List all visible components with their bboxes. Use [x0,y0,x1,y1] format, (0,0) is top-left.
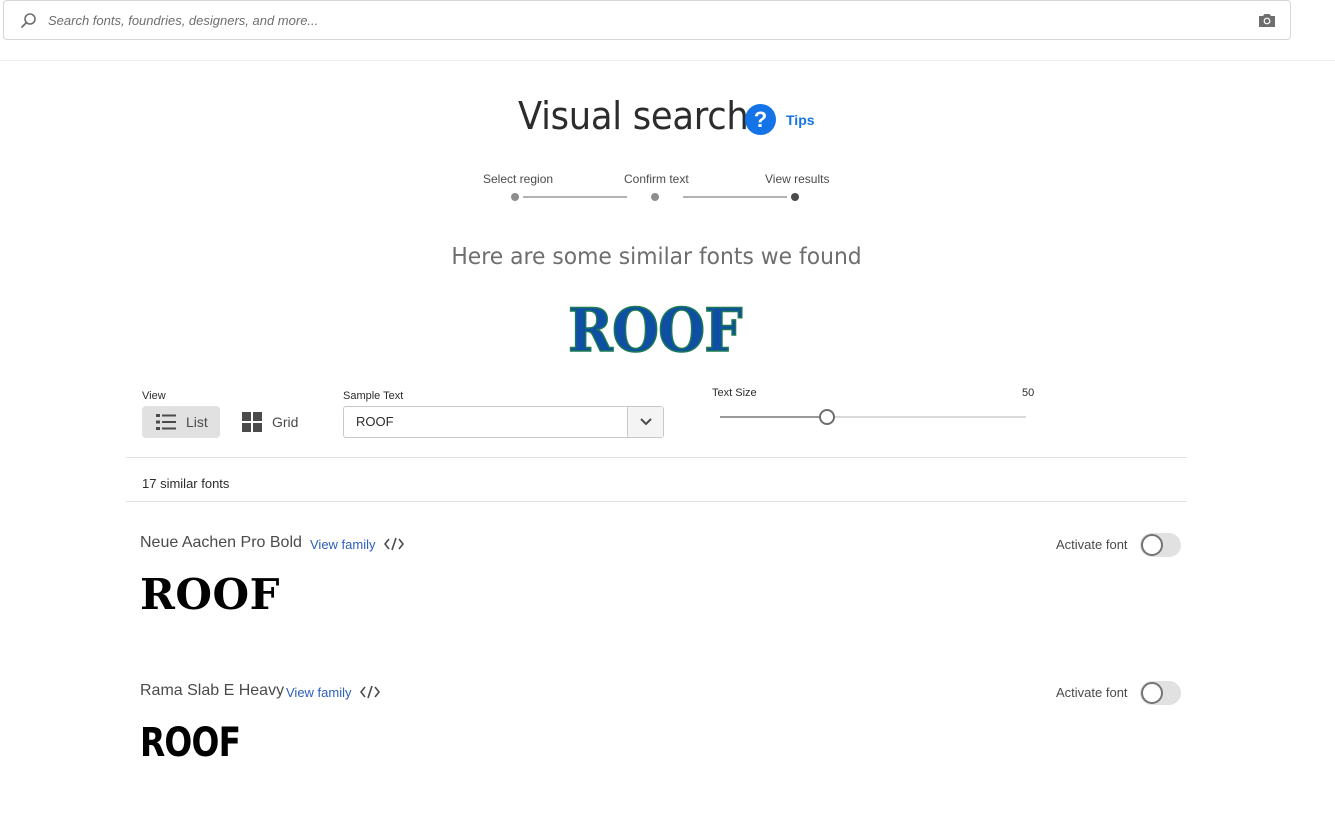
tips-label: Tips [786,111,815,128]
sample-text-label: Sample Text [343,390,404,402]
font-name: Rama Slab E Heavy [140,682,285,699]
list-icon [156,414,176,430]
activate-font-toggle[interactable] [1140,533,1181,557]
step-dot-confirm-text [651,193,659,201]
text-size-slider-fill [720,416,828,418]
divider [126,457,1187,458]
search-icon [21,13,36,28]
toggle-knob [1141,534,1163,556]
activate-font-label: Activate font [1056,537,1128,552]
dropdown-toggle[interactable] [627,407,663,437]
help-icon: ? [745,104,776,135]
search-input[interactable] [48,9,1238,31]
text-size-label: Text Size [712,387,757,399]
chevron-down-icon [639,418,652,426]
results-heading: Here are some similar fonts we found [451,244,862,270]
sample-text-value: ROOF [356,414,394,429]
tips-link[interactable]: ? Tips [745,104,815,135]
font-preview: ROOF [140,720,241,766]
code-icon[interactable] [360,685,380,699]
step-label-confirm-text: Confirm text [624,172,689,186]
step-label-view-results: View results [765,172,830,186]
step-connector [683,196,787,198]
view-list-label: List [186,414,208,430]
step-label-select-region: Select region [483,172,554,186]
view-grid-label: Grid [272,414,299,430]
page-title: Visual search [518,94,749,138]
view-family-link[interactable]: View family [286,685,352,700]
grid-icon [242,412,262,432]
text-size-slider-thumb[interactable] [819,409,836,425]
view-list-button[interactable]: List [142,406,220,438]
font-name: Neue Aachen Pro Bold [140,534,302,551]
activate-font-label: Activate font [1056,685,1128,700]
header-divider [0,60,1335,61]
font-preview: ROOF [140,570,280,619]
view-label: View [142,390,166,402]
text-size-value: 50 [1022,387,1035,399]
view-family-link[interactable]: View family [310,537,376,552]
toggle-knob [1141,682,1163,704]
sample-text-select[interactable]: ROOF [343,406,664,438]
activate-font-toggle[interactable] [1140,681,1181,705]
view-grid-button[interactable]: Grid [228,406,312,438]
step-dot-view-results [791,193,799,201]
camera-icon[interactable] [1258,12,1276,28]
sample-image: ROOF [567,296,743,366]
step-dot-select-region [511,193,519,201]
step-connector [523,196,627,198]
code-icon[interactable] [384,537,404,551]
divider [126,501,1187,502]
search-bar [3,0,1291,40]
results-count: 17 similar fonts [142,476,230,491]
